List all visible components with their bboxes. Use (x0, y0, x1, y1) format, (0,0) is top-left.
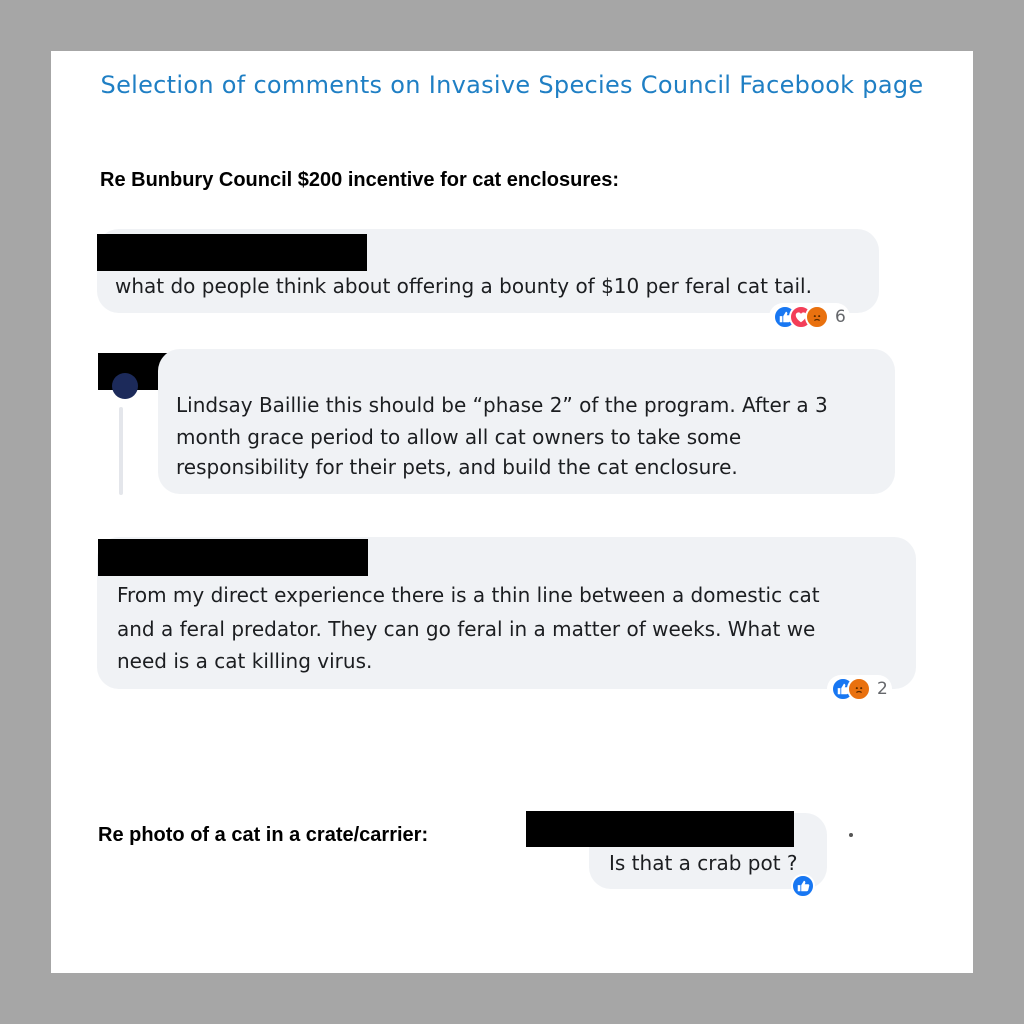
comment-text: what do people think about offering a bo… (115, 274, 812, 298)
comment-line-2: and a feral predator. They can go feral … (117, 617, 816, 641)
reply-thread-line (119, 407, 123, 495)
angry-icon (847, 677, 871, 701)
reply-line-1: Lindsay Baillie this should be “phase 2”… (176, 393, 828, 417)
redacted-name (97, 234, 367, 271)
reaction-summary[interactable]: 6 (769, 303, 850, 331)
comment-line-3: need is a cat killing virus. (117, 649, 373, 673)
content-panel: Selection of comments on Invasive Specie… (51, 51, 973, 973)
comment-line-1: From my direct experience there is a thi… (117, 583, 820, 607)
like-icon (791, 874, 815, 898)
reaction-count: 2 (877, 679, 888, 699)
page-title: Selection of comments on Invasive Specie… (100, 71, 924, 99)
reply-line-2: month grace period to allow all cat owne… (176, 425, 742, 449)
comment-text: Is that a crab pot ? (609, 851, 798, 875)
avatar[interactable] (112, 373, 138, 399)
section-label-bunbury: Re Bunbury Council $200 incentive for ca… (100, 169, 620, 191)
reaction-count: 6 (835, 307, 846, 327)
reply-bubble: Lindsay Baillie this should be “phase 2”… (158, 349, 895, 494)
reaction-summary[interactable] (791, 874, 815, 898)
redacted-name (98, 539, 368, 576)
redacted-name (526, 811, 794, 847)
reply-line-3: responsibility for their pets, and build… (176, 455, 738, 479)
reaction-summary[interactable]: 2 (827, 675, 892, 703)
section-label-crate: Re photo of a cat in a crate/carrier: (98, 824, 429, 846)
angry-icon (805, 305, 829, 329)
menu-dot[interactable] (849, 833, 853, 837)
